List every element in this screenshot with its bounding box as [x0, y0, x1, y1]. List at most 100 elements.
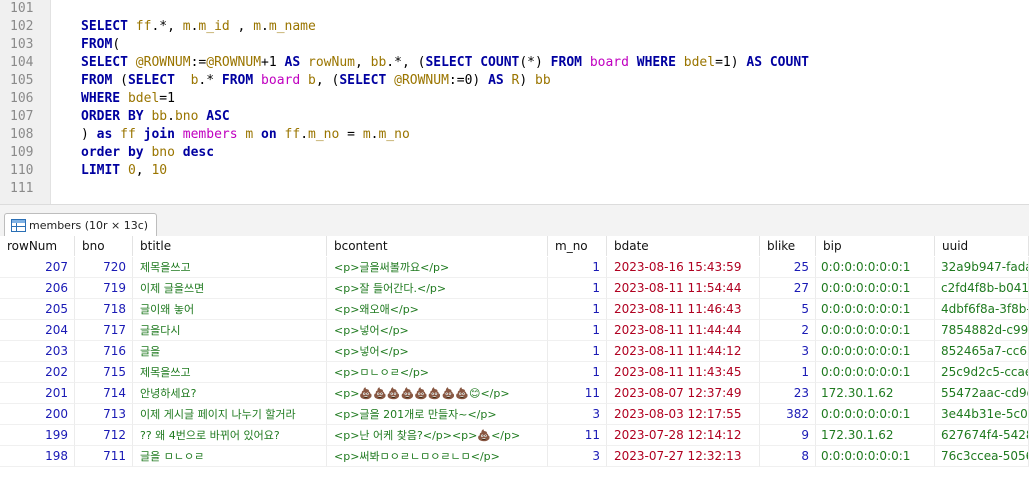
cell-blike[interactable]: 8: [760, 446, 816, 467]
cell-uuid[interactable]: 7854882d-c99a: [935, 320, 1029, 341]
table-row[interactable]: 198 711 글을 ㅁㄴㅇㄹ <p>써봐ㅁㅇㄹㄴㅁㅇㄹㄴㅁ</p> 3 2023-07-…: [0, 446, 1029, 467]
cell-uuid[interactable]: 627674f4-5428: [935, 425, 1029, 446]
cell-bno[interactable]: 717: [75, 320, 133, 341]
cell-btitle[interactable]: ?? 왜 4번으로 바뀌어 있어요?: [133, 425, 327, 446]
cell-btitle[interactable]: 글이왜 놓어: [133, 299, 327, 320]
column-header-btitle[interactable]: btitle: [133, 236, 327, 256]
cell-bcontent[interactable]: <p>넣어</p>: [327, 320, 548, 341]
code-line[interactable]: 107 ORDER BY bb.bno ASC: [0, 108, 1029, 126]
cell-blike[interactable]: 23: [760, 383, 816, 404]
cell-blike[interactable]: 382: [760, 404, 816, 425]
cell-m-no[interactable]: 3: [548, 446, 607, 467]
code-line[interactable]: 104 SELECT @ROWNUM:=@ROWNUM+1 AS rowNum, …: [0, 54, 1029, 72]
cell-bip[interactable]: 0:0:0:0:0:0:0:1: [816, 320, 935, 341]
cell-m-no[interactable]: 1: [548, 278, 607, 299]
cell-btitle[interactable]: 안녕하세요?: [133, 383, 327, 404]
cell-bdate[interactable]: 2023-08-07 12:37:49: [607, 383, 760, 404]
cell-m-no[interactable]: 11: [548, 425, 607, 446]
cell-m-no[interactable]: 1: [548, 257, 607, 278]
cell-m-no[interactable]: 11: [548, 383, 607, 404]
cell-bdate[interactable]: 2023-08-03 12:17:55: [607, 404, 760, 425]
code-line[interactable]: 106 WHERE bdel=1: [0, 90, 1029, 108]
cell-blike[interactable]: 2: [760, 320, 816, 341]
cell-bip[interactable]: 172.30.1.62: [816, 425, 935, 446]
cell-uuid[interactable]: 25c9d2c5-ccae: [935, 362, 1029, 383]
cell-bno[interactable]: 720: [75, 257, 133, 278]
cell-rownum[interactable]: 207: [0, 257, 75, 278]
cell-bcontent[interactable]: <p>난 어케 찾음?</p><p>💩</p>: [327, 425, 548, 446]
cell-bcontent[interactable]: <p>넣어</p>: [327, 341, 548, 362]
cell-rownum[interactable]: 203: [0, 341, 75, 362]
column-header-bcontent[interactable]: bcontent: [327, 236, 548, 256]
code-line[interactable]: 110 LIMIT 0, 10: [0, 162, 1029, 180]
cell-bip[interactable]: 0:0:0:0:0:0:0:1: [816, 278, 935, 299]
cell-btitle[interactable]: 제목을쓰고: [133, 257, 327, 278]
cell-bip[interactable]: 0:0:0:0:0:0:0:1: [816, 362, 935, 383]
cell-m-no[interactable]: 1: [548, 320, 607, 341]
code-line[interactable]: 105 FROM (SELECT b.* FROM board b, (SELEC…: [0, 72, 1029, 90]
cell-bdate[interactable]: 2023-07-27 12:32:13: [607, 446, 760, 467]
cell-bno[interactable]: 713: [75, 404, 133, 425]
cell-bcontent[interactable]: <p>잘 들어간다.</p>: [327, 278, 548, 299]
column-header-rownum[interactable]: rowNum: [0, 236, 75, 256]
cell-bdate[interactable]: 2023-08-11 11:43:45: [607, 362, 760, 383]
cell-uuid[interactable]: 32a9b947-fada-: [935, 257, 1029, 278]
cell-bdate[interactable]: 2023-08-11 11:46:43: [607, 299, 760, 320]
cell-bno[interactable]: 718: [75, 299, 133, 320]
column-header-bno[interactable]: bno: [75, 236, 133, 256]
cell-bno[interactable]: 719: [75, 278, 133, 299]
code-line[interactable]: 103 FROM(: [0, 36, 1029, 54]
code-line[interactable]: 101: [0, 0, 1029, 18]
result-grid[interactable]: rowNum bno btitle bcontent m_no bdate blike bip…: [0, 236, 1029, 504]
column-header-bip[interactable]: bip: [816, 236, 935, 256]
cell-blike[interactable]: 3: [760, 341, 816, 362]
cell-bcontent[interactable]: <p>왜오애</p>: [327, 299, 548, 320]
cell-rownum[interactable]: 202: [0, 362, 75, 383]
column-header-bdate[interactable]: bdate: [607, 236, 760, 256]
cell-m-no[interactable]: 1: [548, 341, 607, 362]
cell-bcontent[interactable]: <p>ㅁㄴㅇㄹ</p>: [327, 362, 548, 383]
cell-rownum[interactable]: 199: [0, 425, 75, 446]
cell-bcontent[interactable]: <p>써봐ㅁㅇㄹㄴㅁㅇㄹㄴㅁ</p>: [327, 446, 548, 467]
code-line[interactable]: 111: [0, 180, 1029, 198]
cell-uuid[interactable]: 852465a7-cc65: [935, 341, 1029, 362]
cell-bip[interactable]: 0:0:0:0:0:0:0:1: [816, 404, 935, 425]
table-row[interactable]: 199 712?? 왜 4번으로 바뀌어 있어요? <p>난 어케 찾음?</p><…: [0, 425, 1029, 446]
cell-btitle[interactable]: 글을 ㅁㄴㅇㄹ: [133, 446, 327, 467]
table-row[interactable]: 206 719 이제 글을쓰면 <p>잘 들어간다.</p> 1 2023-08-11 1…: [0, 278, 1029, 299]
cell-blike[interactable]: 1: [760, 362, 816, 383]
cell-bdate[interactable]: 2023-08-16 15:43:59: [607, 257, 760, 278]
cell-bip[interactable]: 0:0:0:0:0:0:0:1: [816, 341, 935, 362]
cell-bno[interactable]: 712: [75, 425, 133, 446]
column-header-uuid[interactable]: uuid: [935, 236, 1029, 256]
cell-rownum[interactable]: 198: [0, 446, 75, 467]
cell-btitle[interactable]: 이제 글을쓰면: [133, 278, 327, 299]
cell-bdate[interactable]: 2023-08-11 11:44:44: [607, 320, 760, 341]
cell-bdate[interactable]: 2023-08-11 11:54:44: [607, 278, 760, 299]
cell-uuid[interactable]: 3e44b31e-5c05: [935, 404, 1029, 425]
column-header-m-no[interactable]: m_no: [548, 236, 607, 256]
table-row[interactable]: 205 718 글이왜 놓어 <p>왜오애</p> 1 2023-08-11 11:46:…: [0, 299, 1029, 320]
cell-rownum[interactable]: 204: [0, 320, 75, 341]
table-row[interactable]: 200 713 이제 게시글 페이지 나누기 할거라 <p>글을 201개로 만들자~…: [0, 404, 1029, 425]
cell-uuid[interactable]: 55472aac-cd9d: [935, 383, 1029, 404]
table-row[interactable]: 207 720 제목을쓰고 <p>글을써볼까요</p> 1 2023-08-16 15:4…: [0, 257, 1029, 278]
cell-rownum[interactable]: 201: [0, 383, 75, 404]
code-line[interactable]: 102 SELECT ff.*, m.m_id , m.m_name: [0, 18, 1029, 36]
cell-bno[interactable]: 715: [75, 362, 133, 383]
cell-bip[interactable]: 0:0:0:0:0:0:0:1: [816, 257, 935, 278]
cell-bcontent[interactable]: <p>💩💩💩💩💩💩💩💩😊</p>: [327, 383, 548, 404]
cell-rownum[interactable]: 206: [0, 278, 75, 299]
code-line[interactable]: 108) as ff join members m on ff.m_no = m…: [0, 126, 1029, 144]
cell-bno[interactable]: 714: [75, 383, 133, 404]
cell-bno[interactable]: 711: [75, 446, 133, 467]
code-line[interactable]: 109 order by bno desc: [0, 144, 1029, 162]
tab-members-result[interactable]: members (10r × 13c): [4, 213, 158, 237]
cell-m-no[interactable]: 1: [548, 362, 607, 383]
cell-m-no[interactable]: 1: [548, 299, 607, 320]
cell-rownum[interactable]: 205: [0, 299, 75, 320]
table-row[interactable]: 202 715 제목을쓰고 <p>ㅁㄴㅇㄹ</p> 1 2023-08-11 11:43:…: [0, 362, 1029, 383]
cell-bip[interactable]: 0:0:0:0:0:0:0:1: [816, 299, 935, 320]
column-header-blike[interactable]: blike: [760, 236, 816, 256]
cell-blike[interactable]: 5: [760, 299, 816, 320]
